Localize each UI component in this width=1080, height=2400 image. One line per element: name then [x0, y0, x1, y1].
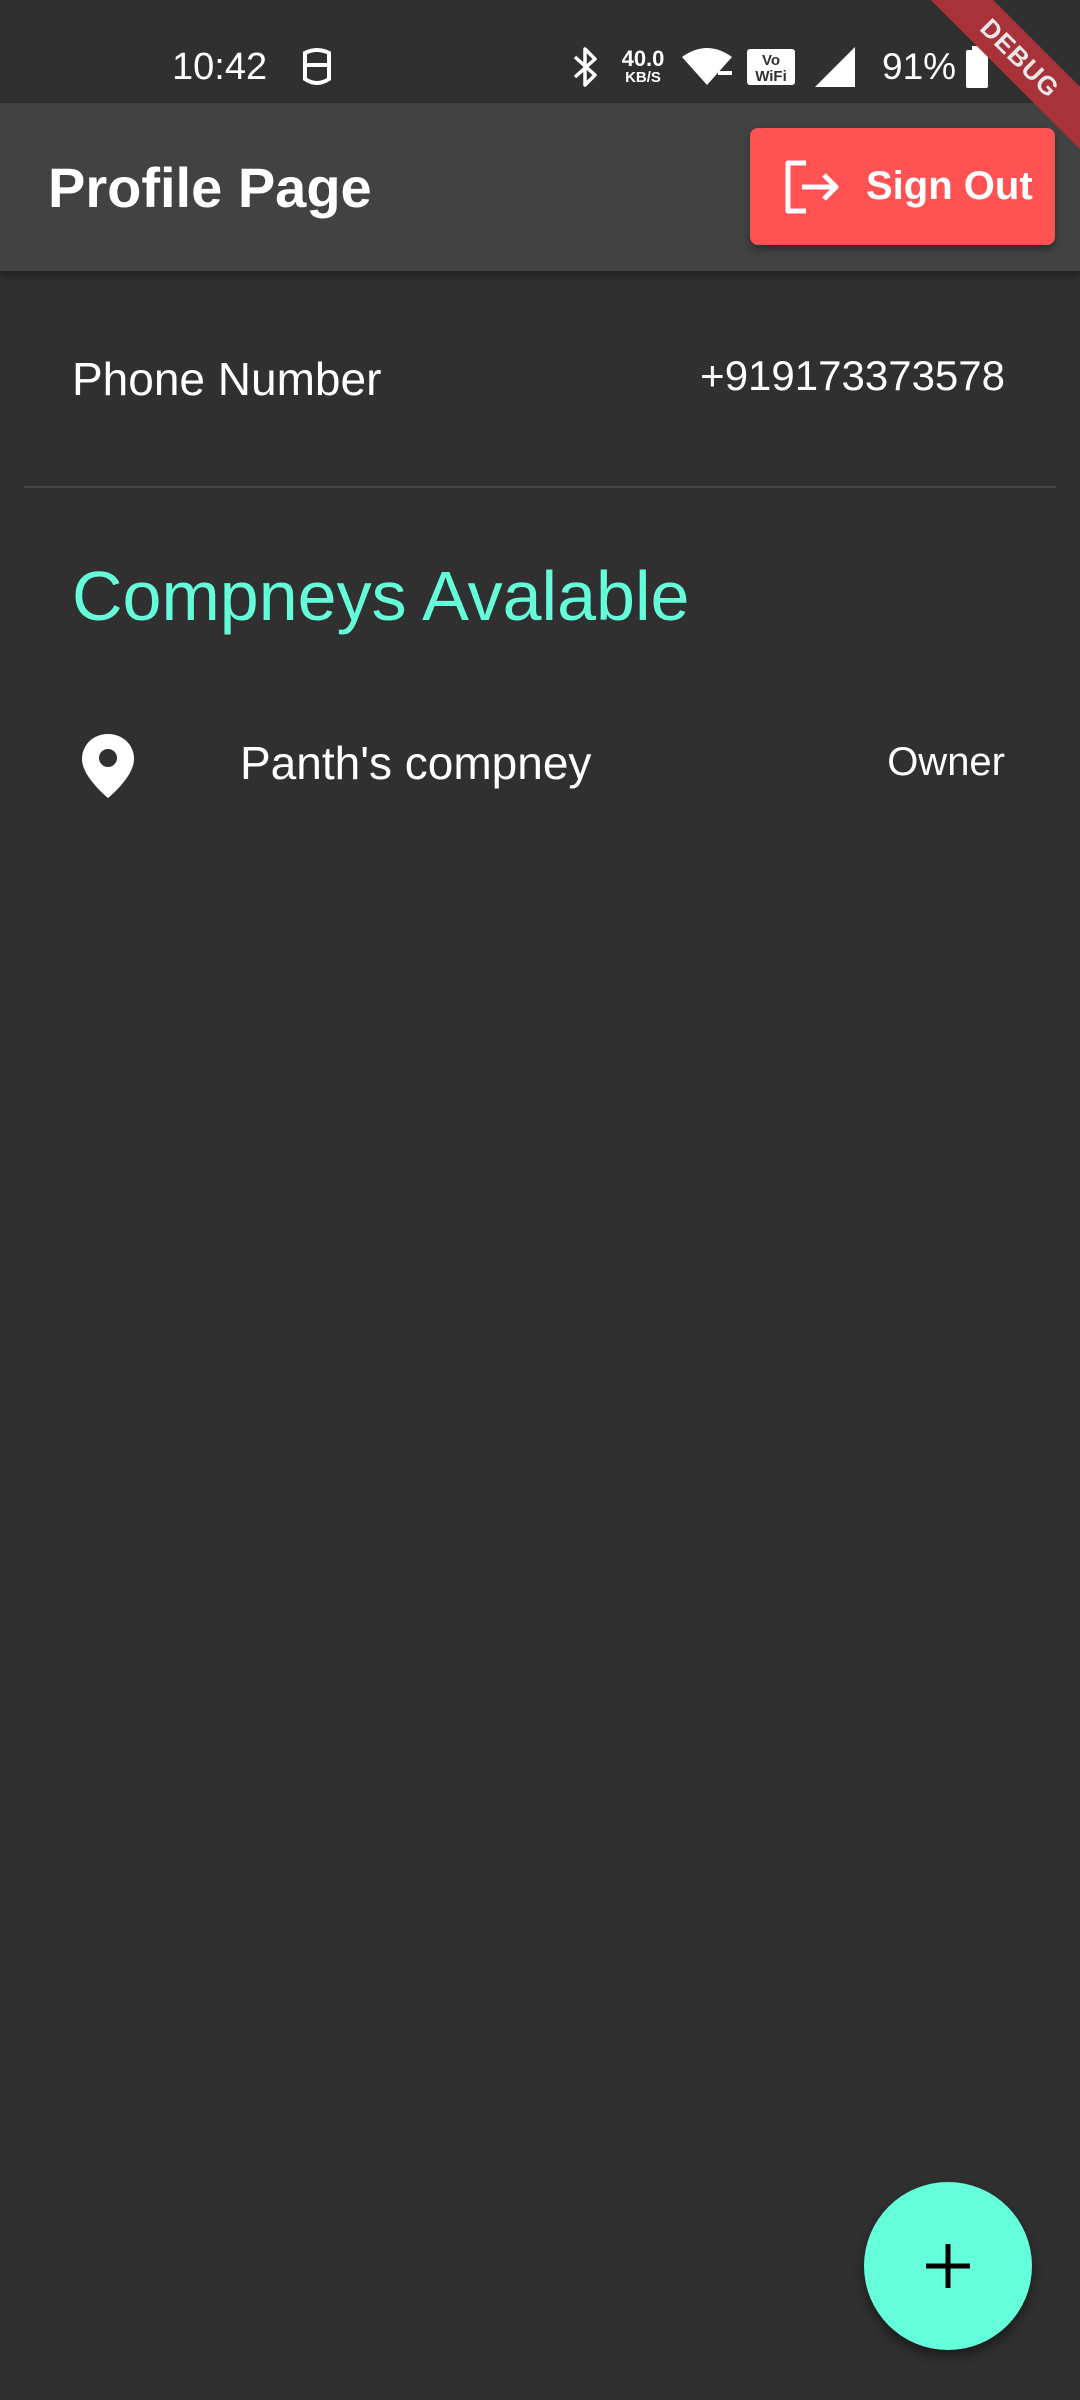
battery-percent: 91% — [882, 46, 957, 87]
signal-icon — [813, 44, 857, 90]
add-icon — [926, 2244, 970, 2288]
sign-out-button[interactable]: Sign Out — [750, 128, 1055, 245]
divider — [24, 486, 1056, 488]
net-speed: 40.0 KB/S — [621, 46, 665, 86]
sign-out-label: Sign Out — [866, 164, 1033, 208]
company-role: Owner — [887, 740, 1005, 784]
vowifi-icon: Vo WiFi — [745, 44, 797, 90]
phone-number-label: Phone Number — [72, 353, 382, 405]
add-company-button[interactable] — [864, 2182, 1032, 2350]
logout-icon — [785, 160, 839, 213]
app-bar: Profile Page Sign Out — [0, 103, 1080, 271]
page-title: Profile Page — [48, 156, 372, 219]
bluetooth-icon — [569, 44, 603, 90]
notification-icon — [297, 44, 337, 90]
phone-number-row: Phone Number +919173373578 — [0, 340, 1080, 420]
location-pin-icon — [82, 734, 134, 798]
svg-text:Vo: Vo — [762, 52, 780, 69]
company-name: Panth's compney — [240, 737, 592, 789]
company-list-item[interactable]: Panth's compney Owner — [0, 720, 1080, 806]
svg-text:WiFi: WiFi — [755, 68, 787, 85]
companies-heading: Compneys Avalable — [72, 557, 690, 635]
status-bar: 10:42 40.0 KB/S Vo WiFi 91% — [0, 0, 1080, 103]
wifi-icon — [680, 44, 734, 90]
status-time: 10:42 — [172, 46, 268, 88]
phone-number-value: +919173373578 — [700, 352, 1005, 399]
